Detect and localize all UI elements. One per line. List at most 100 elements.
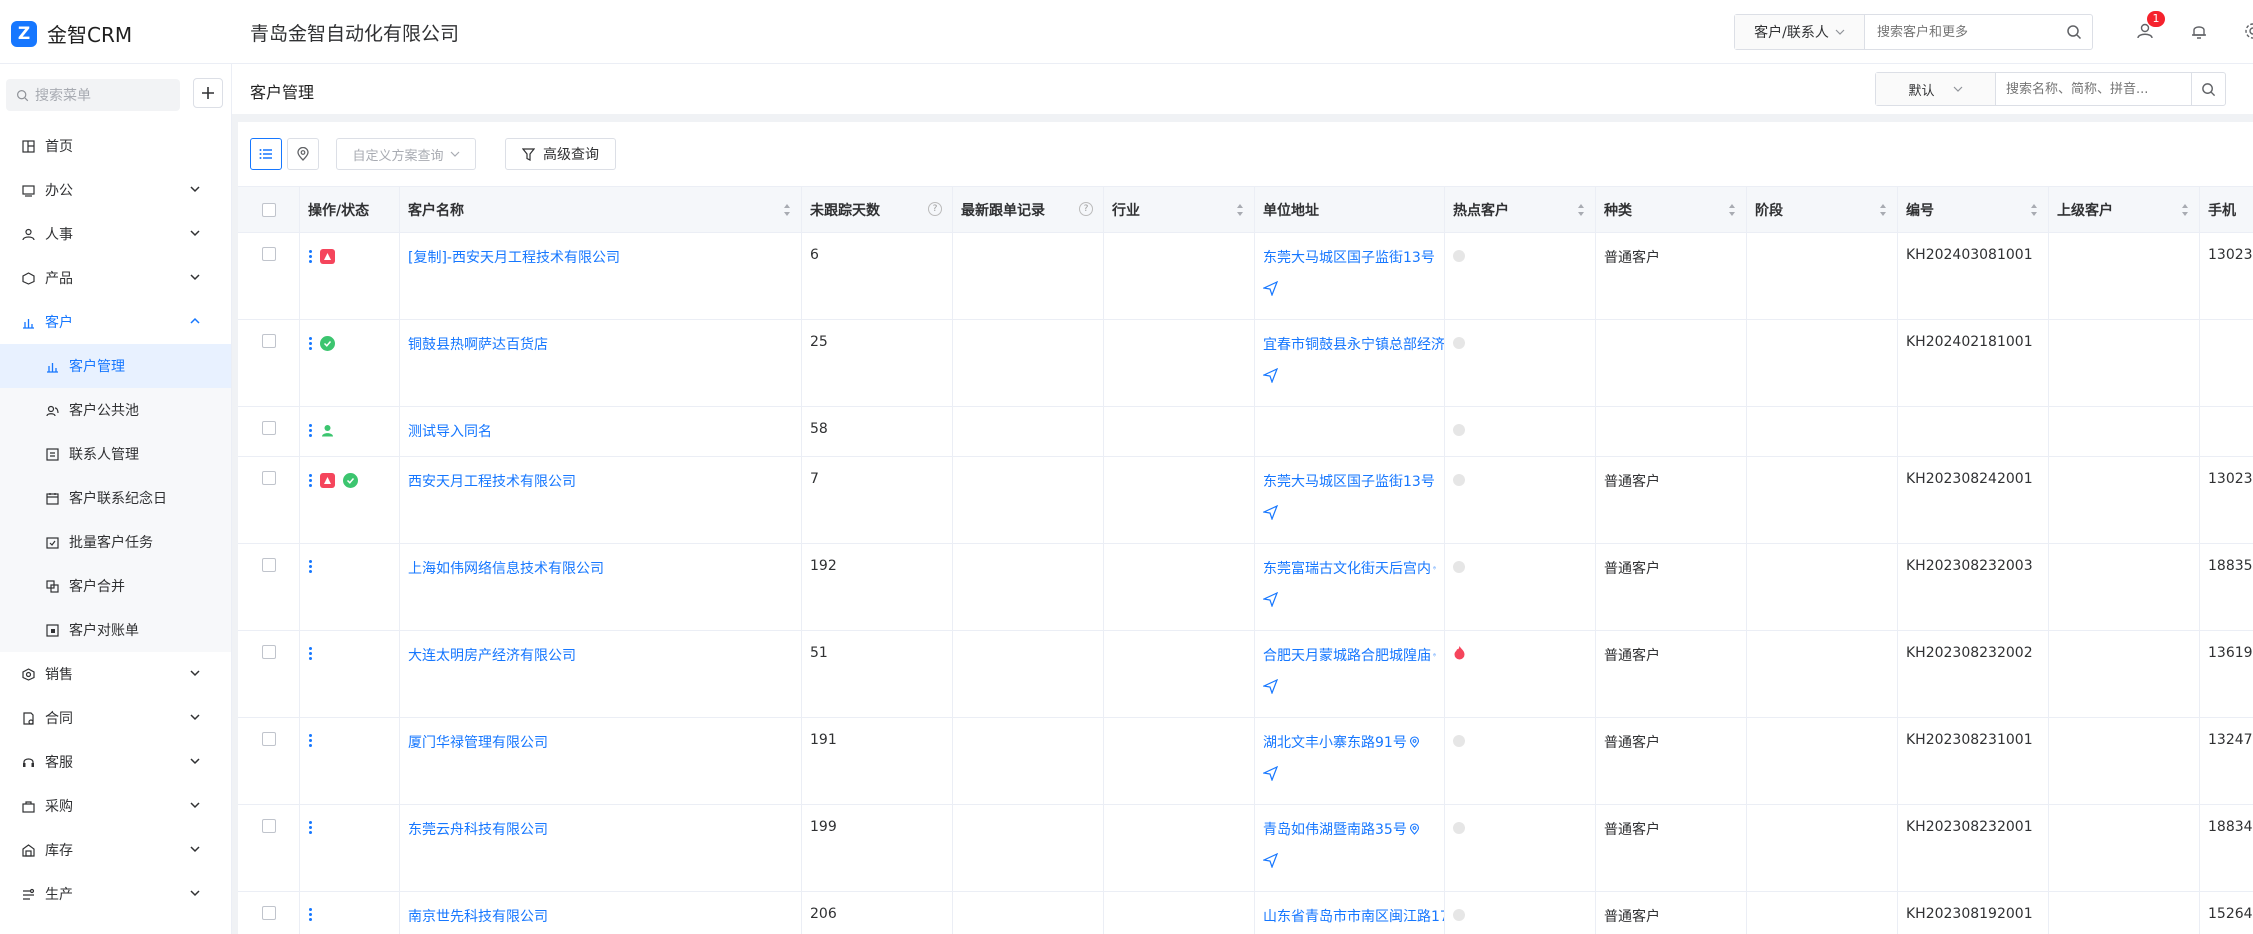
hot-toggle-icon[interactable] [1453,822,1465,834]
header-col-stage[interactable]: 阶段 [1747,187,1898,233]
address-link[interactable]: 东莞大马城区国子监街13号 [1263,471,1435,491]
cell-customer-name[interactable]: 西安天月工程技术有限公司 [400,457,802,543]
customer-name-link[interactable]: 厦门华禄管理有限公司 [408,735,548,751]
advanced-query-button[interactable]: 高级查询 [505,138,616,170]
sort-icon[interactable] [1879,203,1887,217]
address-link[interactable]: 东莞大马城区国子监街13号 [1263,247,1435,267]
sidebar-item-inventory[interactable]: 库存 [0,828,231,872]
cell-customer-name[interactable]: 大连太明房产经济有限公司 [400,631,802,717]
filter-select[interactable]: 默认 [1876,73,1996,105]
more-actions-icon[interactable] [308,250,312,263]
add-button[interactable] [193,78,223,108]
row-checkbox[interactable] [262,558,276,572]
cell-customer-name[interactable]: 铜鼓县热啊萨达百货店 [400,320,802,406]
search-icon[interactable] [2191,73,2225,105]
header-col-name[interactable]: 客户名称 [400,187,802,233]
sidebar-subitem-anniversary[interactable]: 客户联系纪念日 [0,476,231,520]
sidebar-item-office[interactable]: 办公 [0,168,231,212]
help-icon[interactable]: ? [928,202,942,216]
help-icon[interactable]: ? [1079,202,1093,216]
customer-name-link[interactable]: 测试导入同名 [408,424,492,440]
bell-icon[interactable] [2186,18,2212,44]
row-checkbox[interactable] [262,906,276,920]
sort-icon[interactable] [783,203,791,217]
hot-toggle-icon[interactable] [1453,735,1465,747]
location-pin-icon[interactable] [1433,649,1436,661]
more-actions-icon[interactable] [308,647,312,660]
row-checkbox[interactable] [262,471,276,485]
row-checkbox[interactable] [262,732,276,746]
row-checkbox[interactable] [262,421,276,435]
menu-search-input[interactable]: 搜索菜单 [6,79,180,111]
list-view-button[interactable] [250,138,282,170]
sidebar-item-customer[interactable]: 客户 [0,300,231,344]
row-checkbox[interactable] [262,645,276,659]
hot-toggle-icon[interactable] [1453,474,1465,486]
hot-toggle-icon[interactable] [1453,250,1465,262]
sidebar-item-purchase[interactable]: 采购 [0,784,231,828]
more-actions-icon[interactable] [308,734,312,747]
cell-customer-name[interactable]: 东莞云舟科技有限公司 [400,805,802,891]
sidebar-item-sales[interactable]: 销售 [0,652,231,696]
address-link[interactable]: 宜春市铜鼓县永宁镇总部经济 [1263,334,1444,354]
address-link[interactable]: 青岛如伟湖暨南路35号 [1263,819,1407,839]
more-actions-icon[interactable] [308,821,312,834]
address-link[interactable]: 合肥天月蒙城路合肥城隍庙 [1263,645,1431,665]
address-link[interactable]: 东莞富瑞古文化街天后宫内 [1263,558,1431,578]
table-row[interactable]: 测试导入同名 58 [238,407,2253,457]
sidebar-subitem-batch-task[interactable]: 批量客户任务 [0,520,231,564]
sidebar-subitem-contacts[interactable]: 联系人管理 [0,432,231,476]
more-actions-icon[interactable] [308,908,312,921]
table-row[interactable]: [复制]-西安天月工程技术有限公司 6 东莞大马城区国子监街13号 普通客户 KH202… [238,233,2253,320]
sidebar-item-hr[interactable]: 人事 [0,212,231,256]
more-actions-icon[interactable] [308,424,312,437]
table-row[interactable]: 上海如伟网络信息技术有限公司 192 东莞富瑞古文化街天后宫内 普通客户 KH20230… [238,544,2253,631]
hot-toggle-icon[interactable] [1453,424,1465,436]
sort-icon[interactable] [1236,203,1244,217]
customer-name-link[interactable]: 东莞云舟科技有限公司 [408,822,548,838]
user-tasks-icon[interactable]: 1 [2132,11,2165,44]
cell-customer-name[interactable]: 南京世先科技有限公司 [400,892,802,934]
location-pin-icon[interactable] [1409,823,1420,835]
customer-name-link[interactable]: 西安天月工程技术有限公司 [408,474,576,490]
table-row[interactable]: 南京世先科技有限公司 206 山东省青岛市市南区闽江路17 普通客户 KH2023081… [238,892,2253,934]
send-icon[interactable] [1263,853,1278,868]
header-col-kind[interactable]: 种类 [1596,187,1747,233]
more-actions-icon[interactable] [308,474,312,487]
map-view-button[interactable] [287,138,319,170]
sidebar-subitem-customer-manage[interactable]: 客户管理 [0,344,231,388]
cell-customer-name[interactable]: 厦门华禄管理有限公司 [400,718,802,804]
header-col-code[interactable]: 编号 [1898,187,2049,233]
sort-icon[interactable] [2181,203,2189,217]
hot-toggle-icon[interactable] [1453,561,1465,573]
more-actions-icon[interactable] [308,337,312,350]
table-row[interactable]: 铜鼓县热啊萨达百货店 25 宜春市铜鼓县永宁镇总部经济 KH202402181001 [238,320,2253,407]
customer-name-link[interactable]: 大连太明房产经济有限公司 [408,648,576,664]
hot-toggle-icon[interactable] [1453,909,1465,921]
cell-customer-name[interactable]: [复制]-西安天月工程技术有限公司 [400,233,802,319]
sidebar-subitem-public-pool[interactable]: 客户公共池 [0,388,231,432]
hot-toggle-icon[interactable] [1453,337,1465,349]
cell-customer-name[interactable]: 上海如伟网络信息技术有限公司 [400,544,802,630]
sort-icon[interactable] [1728,203,1736,217]
header-col-parent[interactable]: 上级客户 [2049,187,2200,233]
custom-plan-select[interactable]: 自定义方案查询 [336,138,476,170]
sidebar-item-production[interactable]: 生产 [0,872,231,916]
header-col-hot[interactable]: 热点客户 [1445,187,1596,233]
send-icon[interactable] [1263,679,1278,694]
send-icon[interactable] [1263,766,1278,781]
flame-icon[interactable] [1453,645,1466,660]
send-icon[interactable] [1263,281,1278,296]
send-icon[interactable] [1263,592,1278,607]
customer-name-link[interactable]: 上海如伟网络信息技术有限公司 [408,561,604,577]
gear-icon[interactable] [2240,18,2253,44]
more-actions-icon[interactable] [308,560,312,573]
send-icon[interactable] [1263,505,1278,520]
global-search-input[interactable] [1865,15,2056,49]
select-all-checkbox[interactable] [261,203,276,217]
address-link[interactable]: 山东省青岛市市南区闽江路17 [1263,906,1444,926]
sidebar-subitem-merge[interactable]: 客户合并 [0,564,231,608]
header-col-industry[interactable]: 行业 [1104,187,1255,233]
row-checkbox[interactable] [262,819,276,833]
cell-customer-name[interactable]: 测试导入同名 [400,407,802,456]
